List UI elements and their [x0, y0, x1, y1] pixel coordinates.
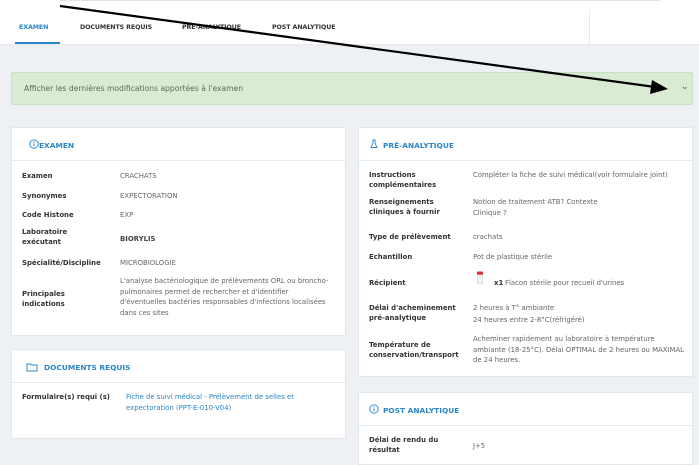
tab-pre-analytique[interactable]: PRÉ-ANALYTIQUE [182, 24, 241, 31]
pre-analytique-card-header: PRÉ-ANALYTIQUE [359, 128, 692, 161]
post-analytique-card-header: POST ANALYTIQUE [359, 393, 692, 426]
info-icon [29, 139, 39, 149]
active-tab-indicator [15, 42, 60, 44]
label-temperature: Température de conservation/transport [369, 341, 459, 359]
value-delai-1: 2 heures à T° ambiante [473, 304, 555, 312]
label-examen: Examen [22, 172, 53, 180]
documents-card: DOCUMENTS REQUIS Formulaire(s) requi (s)… [11, 349, 346, 439]
examen-card: EXAMEN Examen CRACHATS Synonymes EXPECTO… [11, 127, 346, 336]
value-synonymes: EXPECTORATION [120, 192, 178, 200]
tab-bar: EXAMEN DOCUMENTS REQUIS PRÉ-ANALYTIQUE P… [0, 0, 699, 45]
value-temperature: Acheminer rapidement au laboratoire à te… [473, 335, 685, 364]
label-indications: Principales indications [22, 290, 65, 308]
label-synonymes: Synonymes [22, 192, 67, 200]
tab-documents-requis[interactable]: DOCUMENTS REQUIS [80, 24, 152, 31]
label-echantillon: Echantillon [369, 253, 413, 261]
documents-title: DOCUMENTS REQUIS [44, 363, 131, 372]
top-divider [60, 0, 660, 1]
folder-icon [26, 363, 38, 372]
label-delai-acheminement: Délai d'acheminement pré-analytique [369, 304, 456, 322]
info-icon [369, 404, 379, 414]
post-analytique-card: POST ANALYTIQUE Délai de rendu du résult… [358, 392, 693, 465]
value-echantillon: Pot de plastique stérile [473, 253, 553, 261]
label-renseignements: Renseignements cliniques à fournir [369, 198, 440, 216]
label-delai-rendu: Délai de rendu du résultat [369, 436, 439, 454]
label-laboratoire: Laboratoire exécutant [22, 228, 68, 246]
value-recipient: Flacon stérile pour recueil d'urines [505, 279, 625, 287]
value-delai-2: 24 heures entre 2-8°C(réfrigéré) [473, 316, 585, 324]
modifications-banner[interactable]: Afficher les dernières modifications app… [11, 72, 693, 105]
documents-card-header: DOCUMENTS REQUIS [12, 350, 345, 383]
flask-icon [370, 139, 378, 148]
value-examen: CRACHATS [120, 172, 157, 180]
pre-analytique-card: PRÉ-ANALYTIQUE Instructions complémentai… [358, 127, 693, 377]
tab-post-analytique[interactable]: POST ANALYTIQUE [272, 24, 336, 31]
formulaire-link[interactable]: Fiche de suivi médical - Prélèvement de … [126, 392, 336, 413]
chevron-down-icon[interactable]: ⌄ [681, 82, 689, 92]
label-instructions: Instructions complémentaires [369, 171, 437, 189]
tabbar-right-panel [589, 10, 699, 45]
value-instructions: Compléter la fiche de suivi médical(voir… [473, 171, 668, 179]
value-code-histone: EXP [120, 211, 134, 219]
value-laboratoire: BIORYLIS [120, 235, 156, 243]
pre-analytique-title: PRÉ-ANALYTIQUE [383, 141, 454, 150]
value-type-prelevement: crachats [473, 233, 503, 241]
label-type-prelevement: Type de prélèvement [369, 233, 451, 241]
examen-title: EXAMEN [39, 141, 75, 150]
container-tube-icon [477, 271, 483, 285]
post-analytique-title: POST ANALYTIQUE [383, 406, 460, 415]
tab-examen[interactable]: EXAMEN [19, 24, 48, 31]
recipient-quantity: x1 [494, 279, 504, 287]
label-code-histone: Code Histone [22, 211, 74, 219]
label-specialite: Spécialité/Discipline [22, 259, 101, 267]
value-indications: L'analyse bactériologique de prélèvement… [120, 277, 329, 317]
banner-text[interactable]: Afficher les dernières modifications app… [24, 84, 243, 93]
value-specialite: MICROBIOLOGIE [120, 259, 176, 267]
value-renseignements: Notion de traitement ATB? Contexte Clini… [473, 198, 598, 217]
label-formulaires: Formulaire(s) requi (s) [22, 393, 110, 401]
value-delai-rendu: J+5 [473, 442, 486, 450]
examen-card-header: EXAMEN [12, 128, 345, 161]
label-recipient: Récipient [369, 279, 406, 287]
